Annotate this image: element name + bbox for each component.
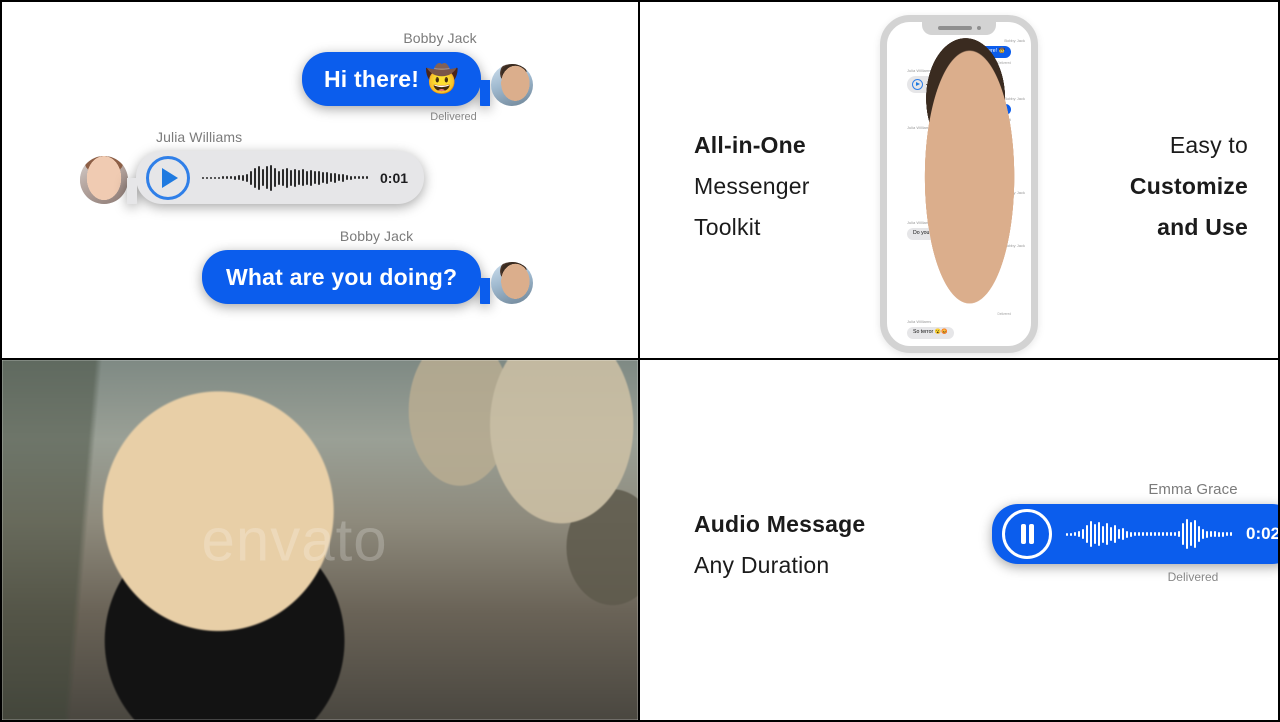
headline-line: Toolkit [694, 214, 761, 240]
cowboy-emoji: 🤠 [425, 63, 459, 94]
chat-message-what-are-you-doing: Bobby Jack What are you doing? [202, 228, 534, 304]
chat-message-audio: Julia Williams 0:01 [80, 129, 425, 204]
chat-message-hi-there: Bobby Jack Hi there! 🤠 Delivered [302, 30, 533, 123]
panel-grid: Bobby Jack Hi there! 🤠 Delivered Julia W… [0, 0, 1280, 722]
headline-line: Messenger [694, 173, 810, 199]
phone-chat-list[interactable]: Bobby Jack Hi there! 🤠 Delivered Julia W… [893, 38, 1025, 340]
avatar[interactable] [491, 262, 534, 304]
phone-message[interactable] [893, 251, 1025, 309]
sender-name: Bobby Jack [403, 30, 477, 46]
headline-line: and Use [1157, 214, 1248, 240]
panel-top-left: Bobby Jack Hi there! 🤠 Delivered Julia W… [0, 0, 640, 360]
camera-icon [976, 26, 981, 30]
audio-waveform[interactable] [202, 164, 368, 191]
message-bubble[interactable]: So terror 😮😡 [907, 326, 954, 339]
panel-bottom-right: Audio Message Any Duration Emma Grace 0:… [640, 360, 1280, 722]
headline-line: All-in-One [694, 132, 806, 158]
audio-waveform[interactable] [1066, 518, 1232, 550]
sender-name: Bobby Jack [339, 228, 414, 244]
audio-message-bubble[interactable]: 0:01 [136, 151, 425, 204]
panel-bottom-left: envato Bobby Jack Bobby Jack 3D Motion T… [0, 360, 640, 722]
headline-left: Audio Message Any Duration [694, 504, 865, 586]
headline-left: All-in-One Messenger Toolkit [694, 125, 810, 248]
headline-line: Any Duration [694, 552, 830, 578]
headline-line: Easy to [1169, 132, 1248, 158]
chat-message-audio: Emma Grace 0:02 Delivered [992, 481, 1280, 584]
speaker-icon [937, 26, 972, 30]
delivery-status: Delivered [430, 111, 477, 123]
message-bubble[interactable]: What are you doing? [202, 250, 482, 304]
audio-duration: 0:01 [380, 169, 409, 186]
message-bubble[interactable]: Hi there! 🤠 [302, 52, 481, 106]
phone-notch [922, 21, 996, 35]
avatar[interactable] [490, 64, 533, 106]
bubble-tail-icon [127, 178, 153, 204]
message-text: Hi there! [324, 65, 420, 92]
headline-line: Audio Message [694, 511, 866, 537]
panel-top-right: All-in-One Messenger Toolkit Easy to Cus… [640, 0, 1280, 360]
phone-mockup: Bobby Jack Hi there! 🤠 Delivered Julia W… [880, 15, 1038, 353]
sender-name: Emma Grace [1148, 481, 1238, 498]
headline-line: Customize [1129, 173, 1248, 199]
message-text: What are you doing? [226, 263, 458, 290]
audio-message-bubble[interactable]: 0:02 [992, 504, 1280, 564]
delivery-status: Delivered [1167, 570, 1219, 584]
sender-name: Julia Williams [156, 129, 243, 145]
avatar[interactable] [1014, 298, 1025, 309]
bubble-tail-icon [464, 80, 490, 106]
audio-duration: 0:02 [1246, 524, 1280, 543]
pause-icon[interactable] [1002, 509, 1052, 559]
headline-right: Easy to Customize and Use [1130, 125, 1248, 248]
bubble-tail-icon [464, 278, 490, 304]
envato-watermark: envato [201, 506, 388, 574]
avatar[interactable] [80, 156, 128, 204]
